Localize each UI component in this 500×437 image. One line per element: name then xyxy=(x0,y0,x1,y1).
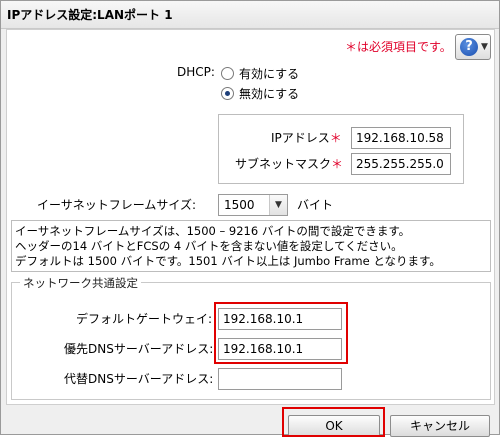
subnet-mask-input[interactable]: 255.255.255.0 xyxy=(351,153,451,175)
frame-size-selected: 1500 xyxy=(224,198,255,212)
network-common-fieldset: ネットワーク共通設定 デフォルトゲートウェイ: 192.168.10.1 優先D… xyxy=(11,275,491,400)
ip-address-label: IPアドレス＊ xyxy=(271,131,342,145)
static-ip-group: IPアドレス＊ 192.168.10.58 サブネットマスク＊ 255.255.… xyxy=(218,114,464,184)
dhcp-enable-label[interactable]: 有効にする xyxy=(239,65,299,82)
secondary-dns-input[interactable] xyxy=(218,368,342,390)
settings-panel: ＊は必須項目です。 ? ▼ DHCP: 有効にする 無効にする IPアドレス＊ … xyxy=(6,29,495,405)
highlight-frame xyxy=(282,407,385,437)
default-gateway-label: デフォルトゲートウェイ: xyxy=(76,312,213,326)
dhcp-enable-radio[interactable] xyxy=(221,67,234,80)
chevron-down-icon: ▼ xyxy=(481,42,488,52)
dhcp-label: DHCP: xyxy=(177,65,215,79)
network-common-legend: ネットワーク共通設定 xyxy=(20,275,141,291)
subnet-mask-label: サブネットマスク＊ xyxy=(235,157,344,171)
required-note: ＊は必須項目です。 xyxy=(345,40,452,54)
ip-address-input[interactable]: 192.168.10.58 xyxy=(351,127,451,149)
info-line: デフォルトは 1500 バイトです。1501 バイト以上は Jumbo Fram… xyxy=(15,254,441,268)
dialog-title: IPアドレス設定:LANポート 1 xyxy=(1,1,499,29)
info-line: イーサネットフレームサイズは、1500 – 9216 バイトの間で設定できます。 xyxy=(15,224,411,238)
info-line: ヘッダーの14 バイトとFCSの 4 バイトを含まない値を設定してください。 xyxy=(15,239,403,253)
ip-settings-dialog: IPアドレス設定:LANポート 1 ＊は必須項目です。 ? ▼ DHCP: 有効… xyxy=(0,0,500,437)
primary-dns-label: 優先DNSサーバーアドレス: xyxy=(64,342,214,356)
highlight-frame xyxy=(214,302,348,364)
secondary-dns-label: 代替DNSサーバーアドレス: xyxy=(64,372,214,386)
frame-size-label: イーサネットフレームサイズ: xyxy=(37,198,197,212)
frame-size-info: イーサネットフレームサイズは、1500 – 9216 バイトの間で設定できます。… xyxy=(11,220,491,272)
cancel-button[interactable]: キャンセル xyxy=(390,415,490,437)
dhcp-disable-radio[interactable] xyxy=(221,87,234,100)
help-button[interactable]: ? ▼ xyxy=(455,34,491,60)
chevron-down-icon: ▼ xyxy=(269,195,287,215)
dhcp-disable-label[interactable]: 無効にする xyxy=(239,85,299,102)
frame-size-select[interactable]: 1500 ▼ xyxy=(218,194,288,216)
help-icon: ? xyxy=(460,38,478,56)
frame-size-unit: バイト xyxy=(297,198,334,212)
